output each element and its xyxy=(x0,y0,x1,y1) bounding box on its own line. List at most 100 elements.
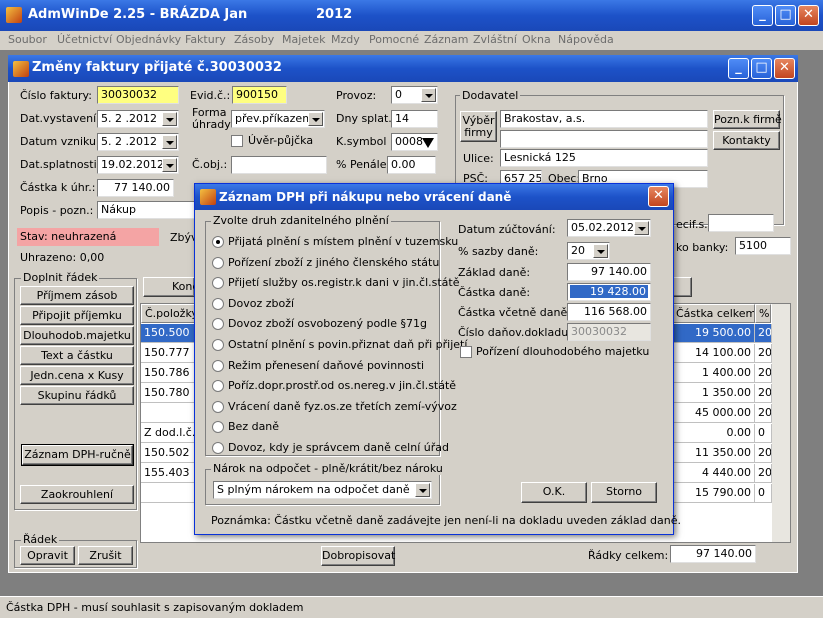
chevron-down-icon[interactable] xyxy=(162,158,177,172)
cell-castka-celkem[interactable]: 11 350.00 xyxy=(672,444,755,463)
dlouhodob-majetku-button[interactable]: Dlouhodob.majetku xyxy=(20,326,134,345)
option-label[interactable]: Dovoz zboží xyxy=(228,297,294,310)
opravit-button[interactable]: Opravit xyxy=(20,546,75,565)
cell-pct[interactable]: 0 xyxy=(755,424,772,443)
firma-field[interactable]: Brakostav, a.s. xyxy=(500,110,708,128)
menu-zaznam[interactable]: Záznam xyxy=(424,33,468,46)
menu-pomocne[interactable]: Pomocné xyxy=(369,33,419,46)
uver-pujcka-checkbox[interactable] xyxy=(231,135,243,147)
radio-button[interactable] xyxy=(212,236,224,248)
radio-button[interactable] xyxy=(212,400,224,413)
penale-field[interactable]: 0.00 xyxy=(387,156,436,174)
dobropisovat-button[interactable]: Dobropisovat xyxy=(321,546,395,566)
chevron-down-icon[interactable] xyxy=(162,135,177,149)
firma-field-2[interactable] xyxy=(500,130,708,148)
chevron-down-icon[interactable] xyxy=(415,483,430,497)
text-a-castku-button[interactable]: Text a částku xyxy=(20,346,134,365)
zrusit-button[interactable]: Zrušit xyxy=(78,546,133,565)
provoz-select[interactable]: 0 xyxy=(391,86,438,104)
zaklad-dane-field[interactable]: 97 140.00 xyxy=(567,263,651,281)
menu-okna[interactable]: Okna xyxy=(522,33,551,46)
cell-castka-celkem[interactable]: 1 400.00 xyxy=(672,364,755,383)
cell-pct[interactable]: 20 xyxy=(755,404,772,423)
cell-pct[interactable]: 20 xyxy=(755,464,772,483)
radio-button[interactable] xyxy=(212,256,224,269)
datum-vzniku-field[interactable]: 5. 2 .2012 xyxy=(97,133,179,151)
prijmem-zasob-button[interactable]: Příjmem zásob xyxy=(20,286,134,305)
dialog-close-button[interactable]: ✕ xyxy=(648,186,669,207)
popis-field[interactable]: Nákup xyxy=(97,201,197,219)
zaokrouhleni-button[interactable]: Zaokrouhlení xyxy=(20,485,134,504)
menu-objednavky[interactable]: Objednávky xyxy=(116,33,181,46)
porizeni-majetku-checkbox[interactable] xyxy=(460,346,472,358)
skupinu-radku-button[interactable]: Skupinu řádků xyxy=(20,386,134,405)
chevron-down-icon[interactable] xyxy=(421,88,436,102)
specif-field[interactable] xyxy=(708,214,774,232)
header-castka-celkem[interactable]: Částka celkem xyxy=(672,304,755,323)
cell-pct[interactable]: 0 xyxy=(755,484,772,503)
minimize-button[interactable]: _ xyxy=(752,5,773,26)
triangle-down-icon[interactable] xyxy=(422,138,434,148)
menu-zasoby[interactable]: Zásoby xyxy=(234,33,274,46)
menu-soubor[interactable]: Soubor xyxy=(8,33,47,46)
header-pct[interactable]: % xyxy=(755,304,771,323)
option-label[interactable]: Přijatá plnění s místem plnění v tuzemsk… xyxy=(228,235,458,248)
ulice-field[interactable]: Lesnická 125 xyxy=(500,149,708,167)
kontakty-button[interactable]: Kontakty xyxy=(713,131,780,150)
castka-vc-dane-field[interactable]: 116 568.00 xyxy=(567,303,651,321)
cell-castka-celkem[interactable]: 4 440.00 xyxy=(672,464,755,483)
cell-pct[interactable]: 20 xyxy=(755,324,772,343)
cell-castka-celkem[interactable]: 45 000.00 xyxy=(672,404,755,423)
cell-pct[interactable]: 20 xyxy=(755,344,772,363)
header-polozka[interactable]: Č.položky xyxy=(141,304,195,323)
konec-button[interactable]: Kone xyxy=(143,277,199,297)
radio-button[interactable] xyxy=(212,339,224,351)
cell-pct[interactable]: 20 xyxy=(755,364,772,383)
forma-uhrady-select[interactable]: přev.příkazem xyxy=(231,110,325,128)
evid-field[interactable]: 900150 xyxy=(232,86,287,104)
dat-splatnosti-field[interactable]: 19.02.2012 xyxy=(97,156,179,174)
kod-banky-field[interactable]: 5100 xyxy=(735,237,791,255)
option-label[interactable]: Ostatní plnění s povin.přiznat daň při p… xyxy=(228,338,467,351)
pripojit-prijemku-button[interactable]: Připojit příjemku xyxy=(20,306,134,325)
dat-vystaveni-field[interactable]: 5. 2 .2012 xyxy=(97,110,179,128)
cobj-field[interactable] xyxy=(231,156,327,174)
chevron-down-icon[interactable] xyxy=(593,244,608,258)
option-label[interactable]: Dovoz, kdy je správcem daně celní úřad xyxy=(228,441,449,454)
pozn-firme-button[interactable]: Pozn.k firmě xyxy=(713,110,782,129)
datum-zuctovani-field[interactable]: 05.02.2012 xyxy=(567,219,651,237)
chevron-down-icon[interactable] xyxy=(162,112,177,126)
maximize-button[interactable]: □ xyxy=(775,5,796,26)
option-label[interactable]: Poříz.dopr.prostř.od os.nereg.v jin.čl.s… xyxy=(228,379,456,392)
option-label[interactable]: Dovoz zboží osvobozený podle §71g xyxy=(228,317,427,330)
option-label[interactable]: Vrácení daně fyz.os.ze třetích zemí-vývo… xyxy=(228,400,457,413)
castka-field[interactable]: 77 140.00 xyxy=(97,179,174,197)
ksymbol-field[interactable]: 0008 xyxy=(391,133,438,151)
option-label[interactable]: Režim přenesení daňové povinnosti xyxy=(228,359,424,372)
inner-maximize-button[interactable]: □ xyxy=(751,58,772,79)
grid-scrollbar[interactable] xyxy=(772,304,790,542)
cell-castka-celkem[interactable]: 0.00 xyxy=(672,424,755,443)
menu-mzdy[interactable]: Mzdy xyxy=(331,33,360,46)
narok-select[interactable]: S plným nárokem na odpočet daně xyxy=(213,481,432,499)
sazba-select[interactable]: 20 xyxy=(567,242,610,260)
cislo-faktury-field[interactable]: 30030032 xyxy=(97,86,179,104)
storno-button[interactable]: Storno xyxy=(591,482,657,503)
zaznam-dph-rucne-button[interactable]: Záznam DPH-ručně xyxy=(21,444,134,466)
menu-zvlastni[interactable]: Zvláštní xyxy=(473,33,517,46)
cell-castka-celkem[interactable]: 14 100.00 xyxy=(672,344,755,363)
radio-button[interactable] xyxy=(212,297,224,310)
radio-button[interactable] xyxy=(212,442,224,454)
vyber-firmy-button[interactable]: Výběr firmy xyxy=(460,111,497,142)
inner-minimize-button[interactable]: _ xyxy=(728,58,749,79)
dny-splat-field[interactable]: 14 xyxy=(391,110,438,128)
option-label[interactable]: Přijetí služby os.registr.k dani v jin.č… xyxy=(228,276,460,289)
cell-castka-celkem[interactable]: 15 790.00 xyxy=(672,484,755,503)
jedn-cena-kusy-button[interactable]: Jedn.cena x Kusy xyxy=(20,366,134,385)
menu-napoveda[interactable]: Nápověda xyxy=(558,33,614,46)
option-label[interactable]: Bez daně xyxy=(228,420,279,433)
ok-button[interactable]: O.K. xyxy=(521,482,587,503)
cell-castka-celkem[interactable]: 19 500.00 xyxy=(672,324,755,343)
cell-pct[interactable]: 20 xyxy=(755,384,772,403)
menu-majetek[interactable]: Majetek xyxy=(282,33,326,46)
